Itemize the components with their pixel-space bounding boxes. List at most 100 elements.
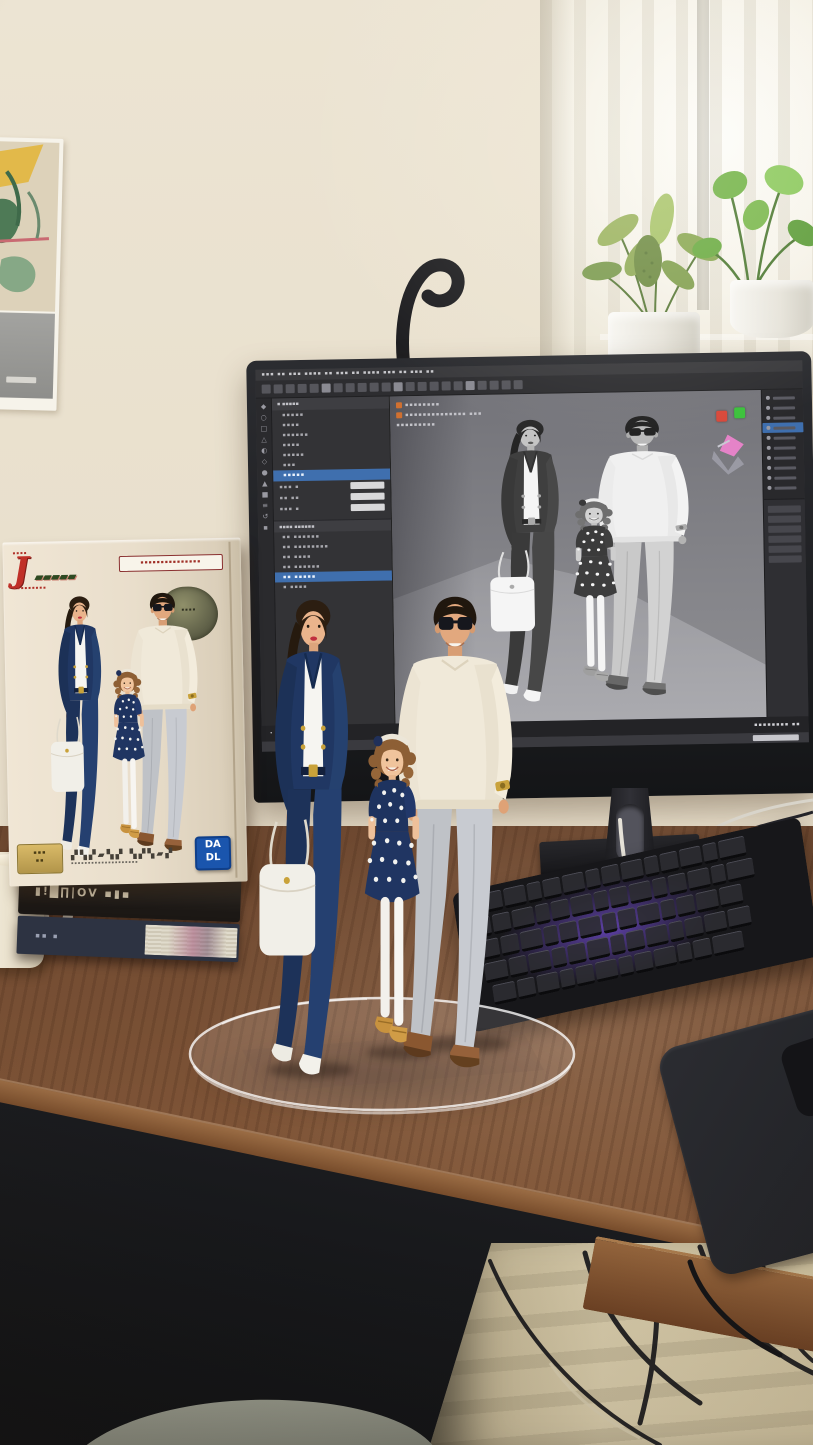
screen-toolbar-icons [262,380,523,394]
toolbar-icon [298,384,307,393]
right-panel [761,389,809,717]
panel-icon [766,416,770,420]
tool-icon: ▪ [263,523,268,533]
key [692,937,713,961]
key [659,850,680,874]
key [717,835,746,861]
toolbar-icon [490,381,499,390]
wall-poster [0,137,64,411]
key [687,867,711,892]
panel-label [774,436,796,439]
badge-line-2: ▪▪ [18,856,62,865]
tool-icon: ○ [261,413,267,423]
key [620,858,644,883]
layer-label: ▪▪▪▪▪▪▪▪▪ [396,422,436,429]
panel-field [768,515,801,523]
panel-icon [767,486,771,490]
key [678,845,702,870]
field-input [351,493,385,501]
panel-field [768,535,801,543]
field-label: ▪▪ ▪▪ [280,494,347,501]
layer-icon [396,402,402,408]
box-logo-topline: ▪▪▪▪ [13,548,125,555]
poster-caption-label [6,376,36,383]
panel-label [774,466,796,469]
box-logo-subline: ▪▪▪▪▪▪▪▪▪ [13,583,125,590]
key [570,893,594,918]
key [718,883,743,908]
toolbar-icon [466,381,475,390]
key [636,902,660,927]
tool-icon: ▲ [262,479,268,489]
key [558,920,579,944]
tool-icon: ◆ [261,402,267,412]
key [702,842,719,865]
toolbar-icon [382,382,391,391]
layer-label: ▪▪▪▪▪▪▪▪ [405,402,440,409]
left-panel-fields: ▪▪▪ ▪▪▪ ▪▪▪▪▪ ▪ [273,479,391,514]
toolbar-icon [442,381,451,390]
key [703,910,727,935]
panel-icon [767,446,771,450]
poster-art-shapes [0,141,59,311]
plant-right-leaves [690,155,813,300]
layer-icon [396,412,402,418]
toolbar-icon [430,382,439,391]
toolbar-icon [358,383,367,392]
tool-icon: ≡ [262,501,268,511]
key [667,872,688,896]
panel-icon [767,476,771,480]
field-input [350,482,384,490]
right-panel-row [763,482,804,493]
key [628,880,652,905]
key [542,876,563,900]
key [551,946,568,969]
key [528,949,552,974]
panel-label [773,416,795,419]
field-input [351,504,385,512]
toolbar-icon [454,381,463,390]
key [710,863,727,886]
panel-icon [767,436,771,440]
key [695,889,719,914]
panel-icon [766,426,770,430]
panel-field [768,505,801,513]
book-page-edges [144,925,237,959]
key [726,857,755,883]
toolbar-icon [514,380,523,389]
key [575,963,596,987]
panel-field [769,555,802,563]
book-bottom-spine-text: ▪▪ ▪ [35,931,60,940]
key [594,958,618,983]
box-gold-badge: ▪▪▪ ▪▪ [17,843,64,874]
timeline-segment [753,734,799,741]
panel-icon [767,466,771,470]
key [534,902,551,925]
key [610,933,627,956]
poster-caption-band [0,313,55,399]
toolbar-icon [310,384,319,393]
status-right-text: ▪▪▪▪▪▪▪▪ ▪▪ [754,721,801,728]
key [578,915,602,940]
toolbar-icon [346,383,355,392]
family-figurine [225,590,529,1082]
swatch-red [716,411,727,422]
key [586,936,610,961]
key [684,916,705,940]
box-family-print [27,588,211,862]
cable-over-rail [620,1250,813,1390]
toolbar-icon [418,382,427,391]
key [643,855,660,878]
right-panel-fields [764,498,809,717]
key [550,898,571,922]
toolbar-icon [262,385,271,394]
panel-label [774,456,796,459]
plant-pot-right [730,280,813,338]
poster-artwork [0,141,59,311]
tool-icon: ● [261,468,267,478]
panel-field-row: ▪▪▪ ▪ [274,501,391,514]
panel-label [773,406,795,409]
field-label: ▪▪▪ ▪ [280,505,347,512]
key [645,923,669,948]
toolbar-icon [322,383,331,392]
